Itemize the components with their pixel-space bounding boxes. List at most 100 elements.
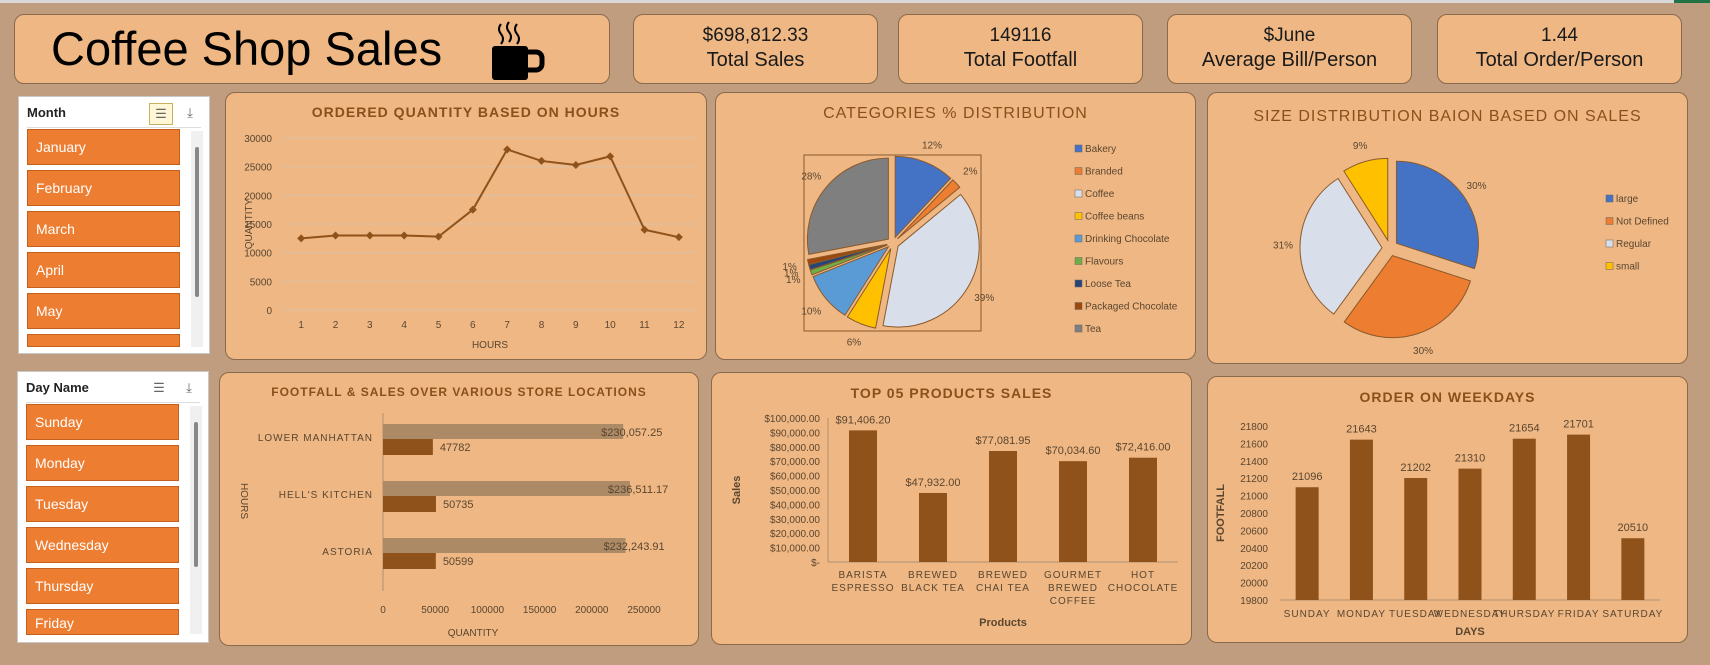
data-label: 21654 bbox=[1509, 423, 1540, 435]
scrollbar-thumb[interactable] bbox=[194, 422, 198, 567]
data-label: 50599 bbox=[443, 556, 474, 568]
hours-line-chart-card: ORDERED QUANTITY BASED ON HOURS 0 5000 100… bbox=[225, 92, 707, 360]
clear-filter-icon[interactable]: ⤓ bbox=[178, 378, 200, 398]
slicer-item-may[interactable]: May bbox=[27, 293, 180, 329]
x-axis-label: DAYS bbox=[1455, 626, 1485, 638]
size-pie-chart: 30% 30% 31% 9% large Not Defined Regular small bbox=[1273, 141, 1669, 357]
y-tick-label: 30000 bbox=[244, 134, 272, 145]
y-tick-label: 25000 bbox=[244, 163, 272, 174]
data-label: $232,243.91 bbox=[603, 541, 664, 553]
data-label: $70,034.60 bbox=[1045, 445, 1100, 457]
page-title: Coffee Shop Sales bbox=[51, 22, 443, 75]
store-locations-bar-chart: $230,057.25 47782 LOWER MANHATTAN $236,511.… bbox=[238, 413, 668, 639]
slicer-header: Day Name bbox=[26, 380, 89, 395]
category-label: ASTORIA bbox=[322, 547, 373, 558]
coffee-cup-icon bbox=[492, 21, 545, 80]
y-tick-label: $90,000.00 bbox=[770, 428, 820, 439]
bar bbox=[1621, 538, 1645, 600]
legend-swatch bbox=[1074, 279, 1083, 288]
bar bbox=[989, 451, 1017, 562]
legend-swatch bbox=[1074, 234, 1083, 243]
slicer-item-tuesday[interactable]: Tuesday bbox=[26, 486, 179, 522]
slicer-item-friday[interactable]: Friday bbox=[26, 609, 179, 635]
y-tick-label: 20200 bbox=[1240, 561, 1268, 572]
slicer-item-january[interactable]: January bbox=[27, 129, 180, 165]
y-tick-label: 20600 bbox=[1240, 526, 1268, 537]
legend-swatch bbox=[1605, 239, 1614, 248]
slicer-item-wednesday[interactable]: Wednesday bbox=[26, 527, 179, 563]
size-pie-chart-card: SIZE DISTRIBUTION BAION BASED ON SALES 3… bbox=[1207, 92, 1688, 364]
slicer-item-april[interactable]: April bbox=[27, 252, 180, 288]
data-point bbox=[571, 160, 580, 169]
category-label: CHOCOLATE bbox=[1108, 583, 1179, 594]
bar bbox=[1129, 457, 1157, 562]
data-label: $77,081.95 bbox=[975, 435, 1030, 447]
y-tick-label: $50,000.00 bbox=[770, 486, 820, 497]
y-tick-label: 21400 bbox=[1240, 457, 1268, 468]
y-tick-label: 21800 bbox=[1240, 422, 1268, 433]
legend-label: small bbox=[1616, 262, 1639, 273]
category-label: CHAI TEA bbox=[976, 583, 1030, 594]
kpi-value: 1.44 bbox=[1541, 25, 1578, 46]
y-tick-label: $70,000.00 bbox=[770, 457, 820, 468]
legend-label: Tea bbox=[1085, 324, 1102, 335]
slice-label: 9% bbox=[1353, 141, 1368, 152]
y-tick-label: $40,000.00 bbox=[770, 500, 820, 511]
slicer-item-monday[interactable]: Monday bbox=[26, 445, 179, 481]
kpi-total-footfall: 149116 Total Footfall bbox=[898, 14, 1143, 84]
y-tick-label: 21000 bbox=[1240, 492, 1268, 503]
data-point bbox=[640, 225, 649, 234]
divider bbox=[27, 127, 201, 128]
multi-select-icon[interactable]: ☰ bbox=[149, 103, 173, 125]
y-tick-label: $20,000.00 bbox=[770, 529, 820, 540]
sales-bar bbox=[383, 424, 624, 439]
sales-bar bbox=[383, 481, 630, 496]
bar bbox=[1349, 439, 1373, 600]
legend-swatch bbox=[1605, 217, 1614, 225]
data-label: $72,416.00 bbox=[1115, 442, 1170, 454]
y-tick-label: $80,000.00 bbox=[770, 443, 820, 454]
footfall-bar bbox=[383, 496, 436, 512]
series-line bbox=[301, 148, 680, 240]
category-label: GOURMET bbox=[1044, 570, 1102, 581]
slice-label: 1% bbox=[782, 262, 797, 273]
hours-line-chart: 0500010000150002000025000300001 2 3 4 5 6 7 8 9 1… bbox=[244, 134, 696, 351]
x-tick-label: 50000 bbox=[421, 605, 449, 616]
slicer-item-partial[interactable] bbox=[27, 334, 180, 347]
legend-label: Packaged Chocolate bbox=[1085, 302, 1178, 313]
y-tick-label: $10,000.00 bbox=[770, 544, 820, 555]
categories-pie-chart-card: CATEGORIES % DISTRIBUTION 12% 2% 39% 6% 10% 1… bbox=[715, 92, 1196, 360]
x-axis-label: HOURS bbox=[472, 340, 508, 351]
x-tick-label: 250000 bbox=[627, 605, 661, 616]
data-label: $91,406.20 bbox=[835, 414, 890, 426]
slicer-header: Month bbox=[27, 105, 66, 120]
slicer-item-sunday[interactable]: Sunday bbox=[26, 404, 179, 440]
category-label: MONDAY bbox=[1337, 609, 1386, 620]
x-tick-label: 5 bbox=[436, 320, 442, 331]
kpi-label: Average Bill/Person bbox=[1201, 49, 1378, 71]
scrollbar-thumb[interactable] bbox=[195, 147, 199, 297]
y-tick-label: 5000 bbox=[250, 277, 273, 288]
slicer-item-march[interactable]: March bbox=[27, 211, 180, 247]
data-label: 21310 bbox=[1455, 453, 1486, 465]
multi-select-icon[interactable]: ☰ bbox=[148, 378, 170, 398]
legend-label: Branded bbox=[1085, 167, 1123, 178]
categories-pie-chart: 12%2%39%6%10%1%1%1%28%BakeryBrandedCoffe… bbox=[782, 140, 1178, 348]
data-point bbox=[297, 234, 306, 243]
data-label: $236,511.17 bbox=[608, 484, 668, 496]
sheet-accent bbox=[1674, 0, 1710, 3]
clear-filter-icon[interactable]: ⤓ bbox=[179, 103, 201, 123]
data-label: $47,932.00 bbox=[905, 477, 960, 489]
category-label: BREWED bbox=[1048, 583, 1098, 594]
slice-label: 10% bbox=[801, 307, 821, 318]
data-point bbox=[365, 231, 374, 240]
legend-label: Coffee bbox=[1085, 189, 1115, 200]
slicer-item-february[interactable]: February bbox=[27, 170, 180, 206]
y-tick-label: 10000 bbox=[244, 249, 272, 260]
category-label: SUNDAY bbox=[1284, 609, 1331, 620]
slicer-item-thursday[interactable]: Thursday bbox=[26, 568, 179, 604]
day-slicer: Day Name ☰ ⤓ Sunday Monday Tuesday Wedne… bbox=[17, 371, 209, 643]
data-label: 21202 bbox=[1400, 462, 1431, 474]
data-point bbox=[674, 233, 683, 242]
category-label: BARISTA bbox=[838, 570, 887, 581]
